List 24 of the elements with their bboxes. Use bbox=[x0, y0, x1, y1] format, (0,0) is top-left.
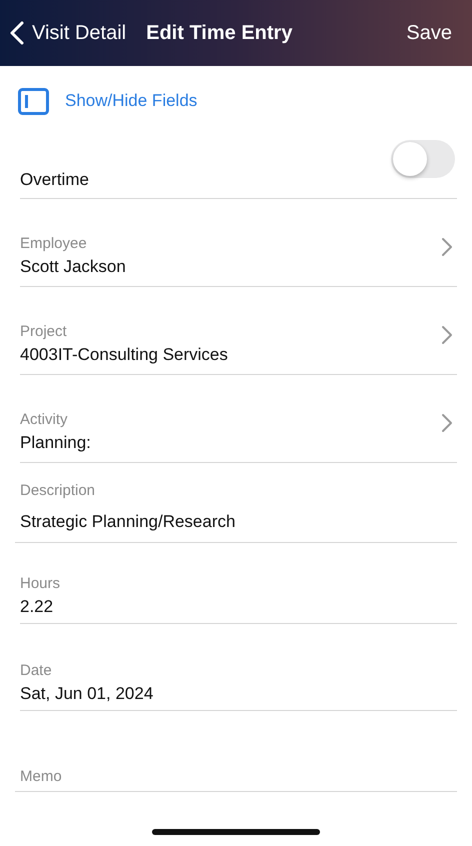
field-value[interactable]: Sat, Jun 01, 2024 bbox=[20, 682, 154, 706]
field-label: Overtime bbox=[20, 169, 89, 191]
field-value: Scott Jackson bbox=[20, 256, 126, 278]
field-label: Employee bbox=[20, 234, 87, 254]
field-value: 4003IT-Consulting Services bbox=[20, 344, 228, 366]
field-value: Planning: bbox=[20, 432, 91, 454]
field-label: Activity bbox=[20, 410, 68, 430]
chevron-right-icon[interactable] bbox=[441, 325, 453, 345]
field-label: Project bbox=[20, 322, 67, 342]
save-button[interactable]: Save bbox=[406, 18, 452, 48]
chevron-right-icon[interactable] bbox=[441, 237, 453, 257]
show-hide-fields-link[interactable]: Show/Hide Fields bbox=[65, 88, 198, 114]
chevron-right-icon[interactable] bbox=[441, 413, 453, 433]
field-label: Date bbox=[20, 661, 52, 681]
back-chevron-icon bbox=[10, 21, 24, 45]
panel-icon[interactable] bbox=[18, 88, 49, 114]
field-label: Memo bbox=[19, 767, 62, 787]
screen-title: Edit Time Entry bbox=[146, 21, 292, 46]
field-value[interactable]: Strategic Planning/Research bbox=[15, 510, 236, 534]
field-label: Hours bbox=[20, 574, 60, 594]
field-value[interactable]: 2.22 bbox=[20, 595, 54, 619]
toggle-switch[interactable] bbox=[391, 140, 455, 178]
field-label: Description bbox=[19, 481, 96, 501]
back-button[interactable]: Visit Detail bbox=[10, 18, 126, 48]
